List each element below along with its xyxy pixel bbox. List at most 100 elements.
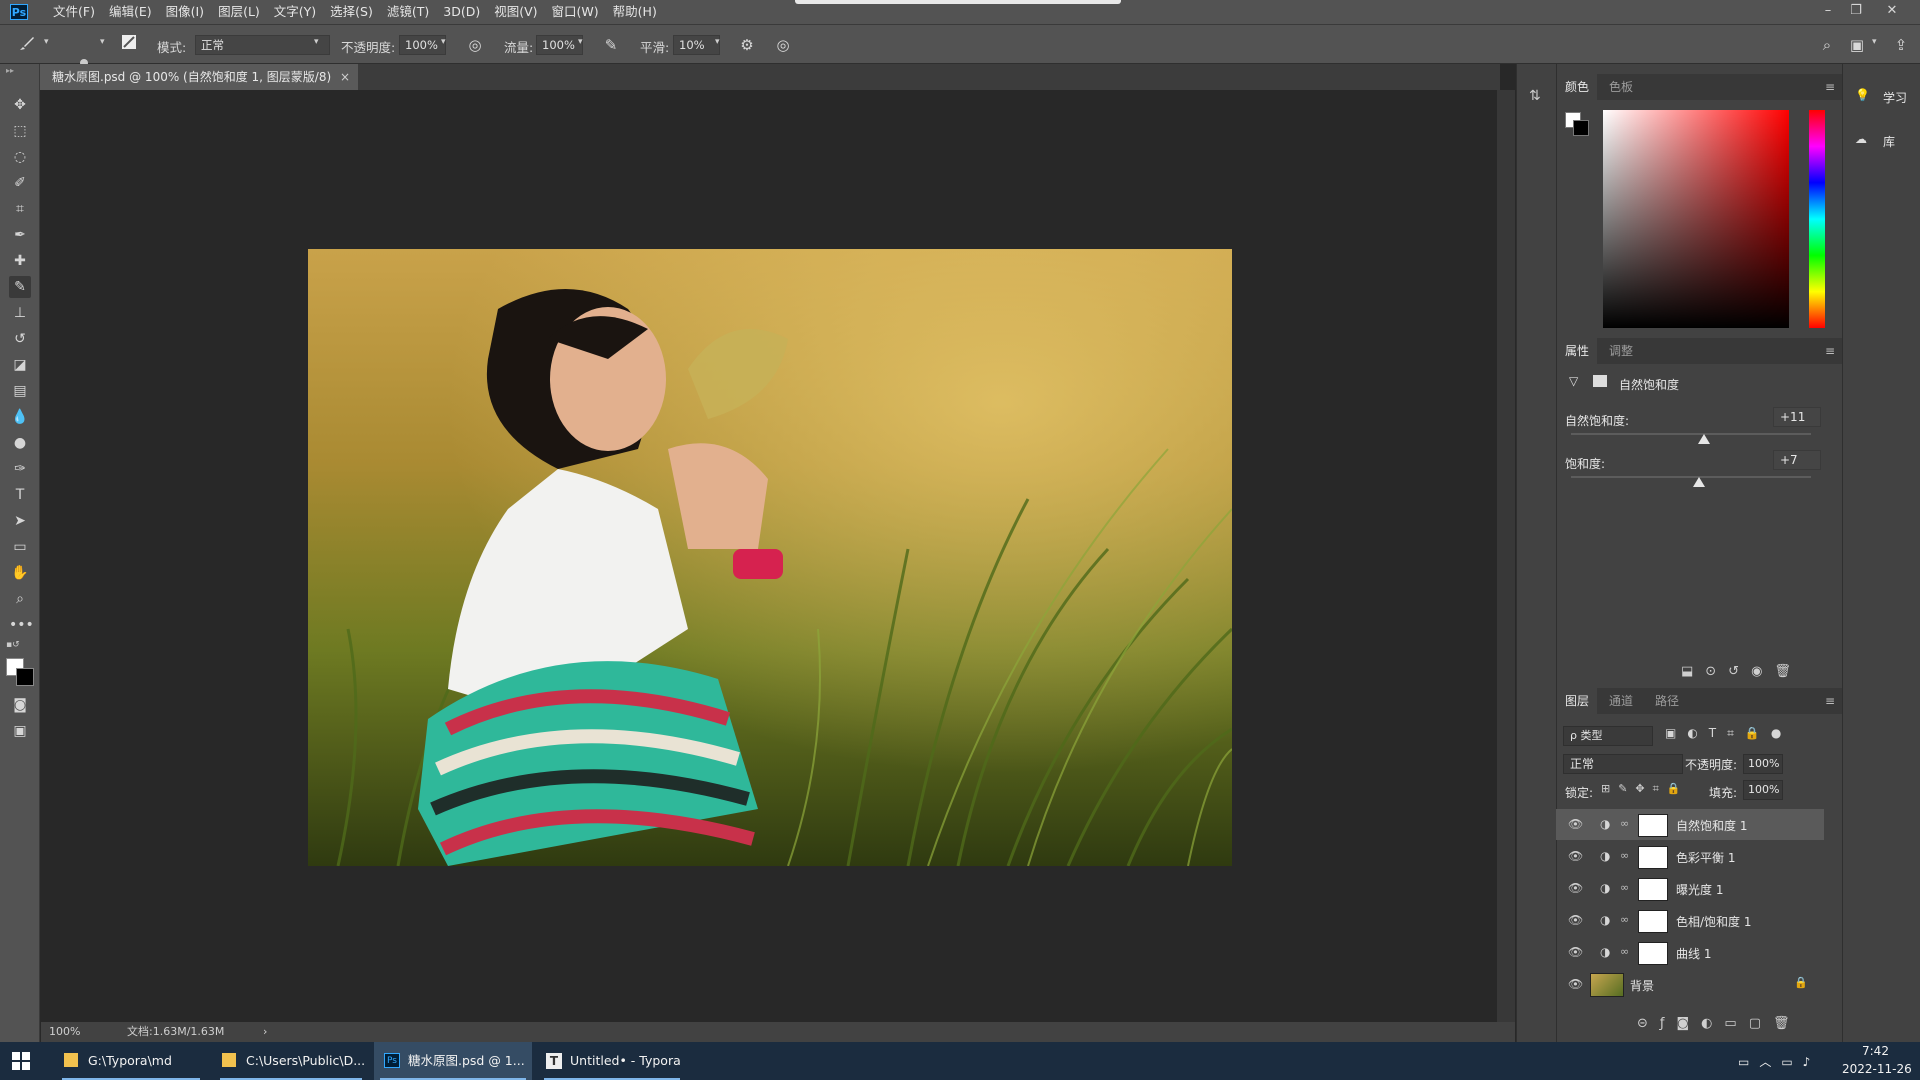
layer-row[interactable]: 👁 ◑ ∞ 色彩平衡 1 <box>1556 841 1824 872</box>
color-panel-bg-swatch[interactable] <box>1573 120 1589 136</box>
visibility-eye-icon[interactable]: 👁 <box>1568 817 1584 831</box>
background-layer-thumbnail[interactable] <box>1590 973 1624 997</box>
status-menu-arrow-icon[interactable]: › <box>263 1022 267 1042</box>
crop-tool-icon[interactable]: ⌗ <box>9 198 31 220</box>
flow-field[interactable]: 100% <box>536 35 583 55</box>
tab-paths[interactable]: 路径 <box>1647 688 1687 714</box>
layer-mask-thumbnail[interactable] <box>1638 942 1668 965</box>
lightbulb-icon[interactable]: 💡 <box>1855 88 1870 102</box>
document-tab[interactable]: 糖水原图.psd @ 100% (自然饱和度 1, 图层蒙版/8) × <box>40 64 358 90</box>
history-panel-icon[interactable]: ⇅ <box>1529 88 1541 104</box>
layer-name[interactable]: 自然饱和度 1 <box>1676 817 1747 834</box>
chain-link-icon[interactable]: ∞ <box>1620 945 1629 958</box>
smoothing-arrow-icon[interactable]: ▾ <box>715 37 720 47</box>
move-tool-icon[interactable]: ✥ <box>9 94 31 116</box>
path-select-tool-icon[interactable]: ➤ <box>9 510 31 532</box>
hue-slider[interactable] <box>1809 110 1825 328</box>
type-tool-icon[interactable]: T <box>9 484 31 506</box>
menu-3d[interactable]: 3D(D) <box>436 0 487 24</box>
blend-mode-select[interactable]: 正常 <box>1563 754 1683 774</box>
chain-link-icon[interactable]: ∞ <box>1620 881 1629 894</box>
taskbar-item-photoshop[interactable]: Ps 糖水原图.psd @ 1... <box>374 1042 532 1080</box>
pressure-size-icon[interactable]: ◎ <box>772 34 794 56</box>
share-icon[interactable]: ⇪ <box>1890 34 1912 56</box>
visibility-eye-icon[interactable]: 👁 <box>1568 913 1584 927</box>
chain-link-icon[interactable]: ∞ <box>1620 913 1629 926</box>
saturation-slider-thumb[interactable] <box>1693 477 1706 487</box>
layer-name[interactable]: 背景 <box>1630 977 1654 994</box>
layer-filter-icons[interactable]: ▣◐T⌗🔒● <box>1665 726 1792 741</box>
layer-row[interactable]: 👁 ◑ ∞ 自然饱和度 1 <box>1556 809 1824 840</box>
close-tab-icon[interactable]: × <box>340 64 350 90</box>
search-icon[interactable]: ⌕ <box>1816 34 1838 56</box>
background-layer-row[interactable]: 👁 背景 🔒 <box>1556 969 1824 1000</box>
screen-mode-icon[interactable]: ▣ <box>9 720 31 742</box>
saturation-value-field[interactable]: +7 <box>1773 450 1821 470</box>
layer-row[interactable]: 👁 ◑ ∞ 曲线 1 <box>1556 937 1824 968</box>
layers-footer-icons[interactable]: ⊝ƒ◙◐▭▢🗑 <box>1637 1016 1802 1031</box>
smoothing-field[interactable]: 10% <box>673 35 720 55</box>
pen-tool-icon[interactable]: ✑ <box>9 458 31 480</box>
system-tray-icons[interactable]: ▭︿▭♪ <box>1738 1053 1820 1070</box>
lock-icons[interactable]: ⊞✎✥⌗🔒 <box>1601 782 1689 796</box>
menu-select[interactable]: 选择(S) <box>323 0 380 24</box>
layer-mask-thumbnail[interactable] <box>1638 878 1668 901</box>
color-field[interactable] <box>1603 110 1789 328</box>
library-label[interactable]: 库 <box>1883 133 1895 150</box>
layer-mask-thumbnail[interactable] <box>1638 910 1668 933</box>
layer-mask-thumbnail[interactable] <box>1638 814 1668 837</box>
visibility-eye-icon[interactable]: 👁 <box>1568 849 1584 863</box>
flow-arrow-icon[interactable]: ▾ <box>578 37 583 47</box>
menu-help[interactable]: 帮助(H) <box>606 0 664 24</box>
learn-label[interactable]: 学习 <box>1883 89 1907 106</box>
airbrush-icon[interactable]: ✎ <box>600 34 622 56</box>
visibility-eye-icon[interactable]: 👁 <box>1568 881 1584 895</box>
layer-opacity-field[interactable]: 100% <box>1743 754 1783 774</box>
document-image[interactable] <box>308 249 1232 866</box>
menu-window[interactable]: 窗口(W) <box>545 0 606 24</box>
quick-mask-icon[interactable]: ◙ <box>9 694 31 716</box>
restore-button[interactable]: ❐ <box>1842 0 1870 24</box>
fill-field[interactable]: 100% <box>1743 780 1783 800</box>
layers-panel-menu-icon[interactable]: ≡ <box>1825 694 1835 708</box>
tab-channels[interactable]: 通道 <box>1601 688 1641 714</box>
hand-tool-icon[interactable]: ✋ <box>9 562 31 584</box>
windows-start-icon[interactable] <box>12 1052 30 1070</box>
library-icon[interactable]: ☁ <box>1855 132 1867 146</box>
layer-mask-icon[interactable] <box>1593 375 1607 387</box>
layer-filter-select[interactable]: ρ 类型 <box>1563 726 1653 746</box>
lasso-tool-icon[interactable]: ◌ <box>9 146 31 168</box>
taskbar-item-explorer-1[interactable]: G:\Typora\md <box>56 1042 206 1080</box>
quick-select-tool-icon[interactable]: ✐ <box>9 172 31 194</box>
mode-arrow-icon[interactable]: ▾ <box>314 37 319 47</box>
background-color-swatch[interactable] <box>16 668 34 686</box>
blur-tool-icon[interactable]: 💧 <box>9 406 31 428</box>
color-panel-menu-icon[interactable]: ≡ <box>1825 80 1835 94</box>
brush-tool-icon[interactable] <box>16 34 38 56</box>
vibrance-value-field[interactable]: +11 <box>1773 407 1821 427</box>
healing-brush-tool-icon[interactable]: ✚ <box>9 250 31 272</box>
opacity-arrow-icon[interactable]: ▾ <box>441 37 446 47</box>
history-brush-tool-icon[interactable]: ↺ <box>9 328 31 350</box>
toolbar-collapse-icon[interactable]: ▸▸ <box>6 66 14 75</box>
dodge-tool-icon[interactable]: ● <box>9 432 31 454</box>
properties-panel-menu-icon[interactable]: ≡ <box>1825 344 1835 358</box>
pressure-opacity-icon[interactable]: ◎ <box>464 34 486 56</box>
menu-layer[interactable]: 图层(L) <box>211 0 267 24</box>
workspace-icon[interactable]: ▣ <box>1846 34 1868 56</box>
marquee-tool-icon[interactable]: ⬚ <box>9 120 31 142</box>
tab-color[interactable]: 颜色 <box>1557 74 1598 100</box>
rectangle-tool-icon[interactable]: ▭ <box>9 536 31 558</box>
taskbar-item-typora[interactable]: T Untitled• - Typora <box>538 1042 686 1080</box>
menu-edit[interactable]: 编辑(E) <box>102 0 159 24</box>
gradient-tool-icon[interactable]: ▤ <box>9 380 31 402</box>
vertical-scrollbar[interactable] <box>1497 90 1515 1022</box>
tool-preset-arrow-icon[interactable]: ▾ <box>44 37 49 47</box>
default-colors-icon[interactable]: ▪↺ <box>6 640 20 650</box>
chain-link-icon[interactable]: ∞ <box>1620 849 1629 862</box>
taskbar-item-explorer-2[interactable]: C:\Users\Public\D... <box>214 1042 368 1080</box>
saturation-slider-track[interactable] <box>1571 476 1811 478</box>
mode-select[interactable]: 正常 <box>195 35 330 55</box>
layer-row[interactable]: 👁 ◑ ∞ 色相/饱和度 1 <box>1556 905 1824 936</box>
zoom-level[interactable]: 100% <box>49 1022 80 1042</box>
